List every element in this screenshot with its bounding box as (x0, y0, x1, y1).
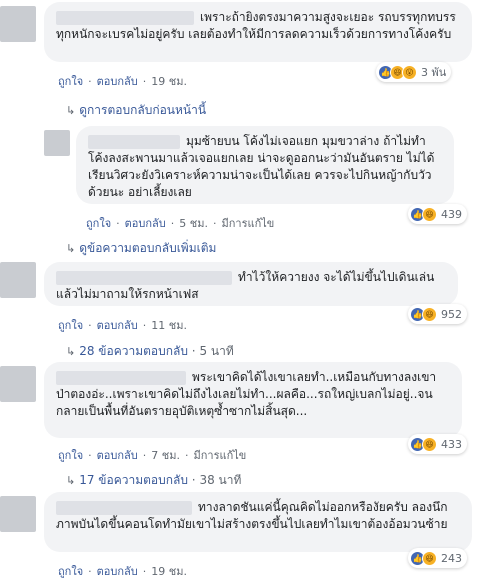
comment-actions: ถูกใจ · ตอบกลับ · 19 ชม. (58, 565, 187, 578)
edited-label[interactable]: มีการแก้ไข (193, 449, 246, 462)
wow-icon: 😮 (402, 64, 417, 80)
timestamp[interactable]: 7 ชม. (151, 449, 180, 462)
reaction-count: 433 (441, 437, 462, 451)
commenter-name-redacted[interactable] (56, 500, 192, 515)
haha-icon: 😆 (422, 306, 437, 322)
reply-arrow-icon: ↳ (66, 242, 76, 255)
comment-actions: ถูกใจ · ตอบกลับ · 5 ชม. · มีการแก้ไข (86, 217, 275, 230)
comment-actions: ถูกใจ · ตอบกลับ · 11 ชม. (58, 319, 187, 332)
view-replies[interactable]: ↳ 28 ข้อความตอบกลับ · 5 นาที (66, 342, 234, 361)
timestamp[interactable]: 19 ชม. (151, 75, 187, 88)
view-more-replies[interactable]: ↳ ดูข้อความตอบกลับเพิ่มเติม (66, 239, 216, 258)
reaction-summary[interactable]: 👍 😆 😮 3 พัน (376, 62, 452, 82)
like-link[interactable]: ถูกใจ (58, 75, 83, 88)
reaction-count: 243 (441, 551, 462, 565)
commenter-name-redacted[interactable] (56, 270, 232, 285)
haha-icon: 😆 (422, 550, 437, 566)
like-link[interactable]: ถูกใจ (58, 319, 83, 332)
edited-label[interactable]: มีการแก้ไข (221, 217, 274, 230)
like-link[interactable]: ถูกใจ (58, 449, 83, 462)
avatar[interactable] (0, 262, 36, 298)
commenter-name-redacted[interactable] (56, 10, 194, 25)
comment-actions: ถูกใจ · ตอบกลับ · 7 ชม. · มีการแก้ไข (58, 449, 247, 462)
avatar[interactable] (0, 6, 36, 42)
reply-link[interactable]: ตอบกลับ (97, 319, 138, 332)
latest-reply-time: 5 นาที (199, 344, 234, 358)
avatar[interactable] (0, 366, 36, 402)
view-replies[interactable]: ↳ 17 ข้อความตอบกลับ · 38 นาที (66, 471, 241, 490)
commenter-name-redacted[interactable] (88, 134, 180, 149)
reaction-count: 3 พัน (421, 66, 447, 79)
commenter-name-redacted[interactable] (56, 370, 186, 385)
reply-arrow-icon: ↳ (66, 474, 76, 487)
reaction-count: 952 (441, 307, 462, 321)
reply-link[interactable]: ตอบกลับ (97, 449, 138, 462)
comment-bubble: พระเขาคิดได้ไงเขาเลยทำ..เหมือนกับทางลงเข… (44, 362, 462, 438)
like-link[interactable]: ถูกใจ (86, 217, 111, 230)
reply-link[interactable]: ตอบกลับ (97, 565, 138, 578)
timestamp[interactable]: 11 ชม. (151, 319, 187, 332)
reaction-summary[interactable]: 👍 😆 952 (408, 304, 467, 324)
view-previous-replies[interactable]: ↳ ดูการตอบกลับก่อนหน้านี้ (66, 101, 206, 120)
avatar[interactable] (44, 130, 70, 156)
reply-link[interactable]: ตอบกลับ (125, 217, 166, 230)
reply-link[interactable]: ตอบกลับ (97, 75, 138, 88)
reply-arrow-icon: ↳ (66, 345, 76, 358)
comment-bubble: มุมซ้ายบน โค้งไม่เจอแยก มุมขวาล่าง ถ้าไม… (76, 126, 454, 204)
reaction-summary[interactable]: 👍 😆 433 (408, 434, 467, 454)
timestamp[interactable]: 5 ชม. (179, 217, 208, 230)
reaction-summary[interactable]: 👍 😆 439 (408, 204, 467, 224)
haha-icon: 😆 (422, 436, 437, 452)
like-link[interactable]: ถูกใจ (58, 565, 83, 578)
latest-reply-time: 38 นาที (199, 473, 242, 487)
reaction-summary[interactable]: 👍 😆 243 (408, 548, 467, 568)
reaction-count: 439 (441, 207, 462, 221)
comment-bubble: เพราะถ้ายิงตรงมาความสูงจะเยอะ รถบรรทุกทบ… (44, 2, 472, 62)
comment-actions: ถูกใจ · ตอบกลับ · 19 ชม. (58, 75, 187, 88)
haha-icon: 😆 (422, 206, 437, 222)
avatar[interactable] (0, 496, 36, 532)
timestamp[interactable]: 19 ชม. (151, 565, 187, 578)
reply-arrow-icon: ↳ (66, 104, 76, 117)
comment-bubble: ทางลาดชันแค่นี้คุณคิดไม่ออกหรืองัยครับ ล… (44, 492, 472, 552)
comment-bubble: ทำไว้ให้ควายงง จะได้ไม่ขึ้นไปเดินเล่น แล… (44, 262, 458, 306)
